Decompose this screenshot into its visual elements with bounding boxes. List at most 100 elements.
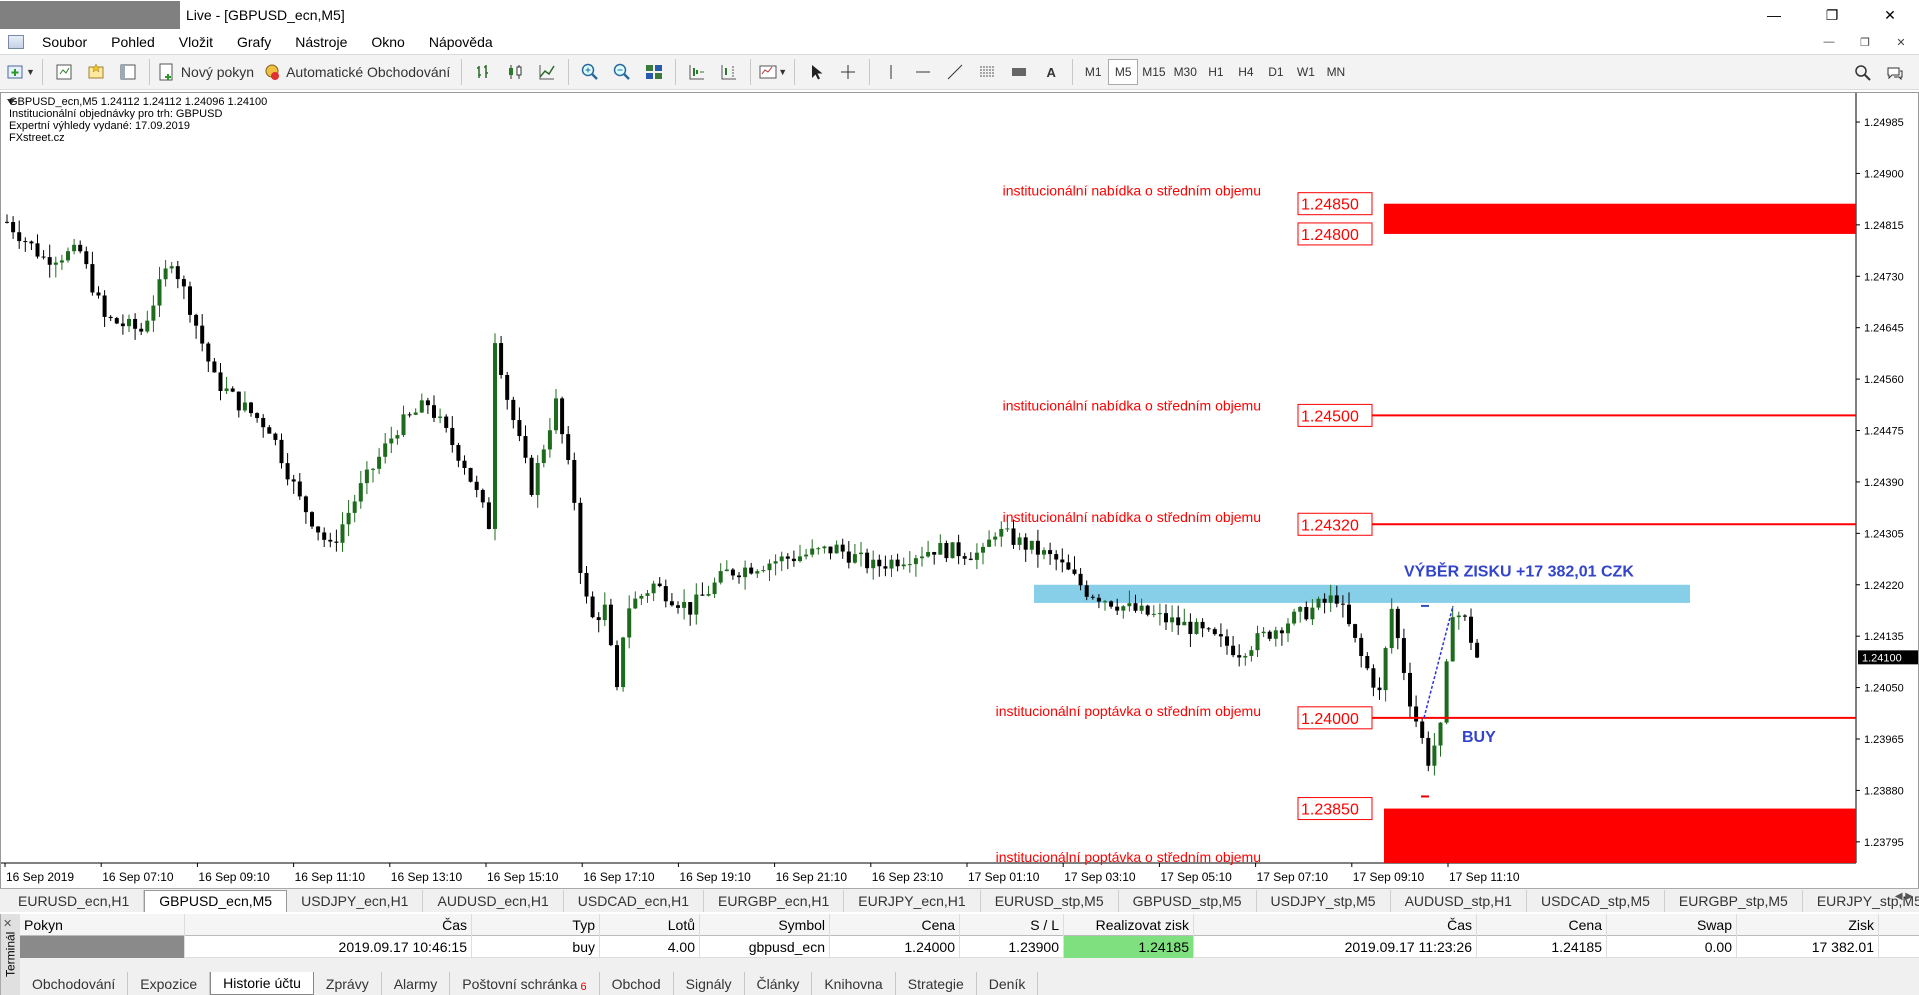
- close-button[interactable]: ✕: [1861, 0, 1919, 30]
- symbol-tab[interactable]: EURJPY_ecn,H1: [844, 889, 981, 912]
- text-tool-icon[interactable]: A: [1037, 58, 1065, 86]
- menu-nastroje[interactable]: Nástroje: [283, 34, 359, 50]
- col-cena[interactable]: Cena: [830, 913, 960, 936]
- col-cena-close[interactable]: Cena: [1477, 913, 1607, 936]
- tab-postovni-schranka[interactable]: Poštovní schránka 6: [450, 972, 600, 995]
- menu-okno[interactable]: Okno: [359, 34, 416, 50]
- tab-expozice[interactable]: Expozice: [128, 972, 211, 995]
- col-tp[interactable]: Realizovat zisk: [1064, 913, 1194, 936]
- col-zisk[interactable]: Zisk: [1737, 913, 1879, 936]
- tab-denik[interactable]: Deník: [977, 972, 1039, 995]
- zoom-in-icon[interactable]: [576, 58, 604, 86]
- candle-body: [310, 512, 314, 527]
- symbol-tab[interactable]: USDCAD_ecn,H1: [564, 889, 705, 912]
- tf-m15[interactable]: M15: [1138, 59, 1169, 85]
- symbol-tab[interactable]: USDJPY_stp,M5: [1257, 889, 1391, 912]
- mdi-minimize-button[interactable]: —: [1811, 30, 1847, 54]
- bar-chart-icon[interactable]: [469, 58, 497, 86]
- horizontal-line-icon[interactable]: [909, 58, 937, 86]
- candle-body: [987, 539, 992, 547]
- candle-body: [255, 413, 260, 419]
- col-sl[interactable]: S / L: [960, 913, 1064, 936]
- search-icon[interactable]: [1849, 59, 1877, 87]
- minimize-button[interactable]: —: [1745, 0, 1803, 30]
- mdi-restore-button[interactable]: ❐: [1847, 30, 1883, 54]
- tf-m1[interactable]: M1: [1078, 59, 1108, 85]
- crosshair-icon[interactable]: [834, 58, 862, 86]
- symbol-tab[interactable]: EURGBP_ecn,H1: [704, 889, 845, 912]
- zoom-out-icon[interactable]: [608, 58, 636, 86]
- chart-shift-icon[interactable]: [715, 58, 743, 86]
- col-lotu[interactable]: Lotů: [600, 913, 700, 936]
- mdi-close-button[interactable]: ✕: [1883, 30, 1919, 54]
- price-chart[interactable]: 1.24985 1.24900 1.24815 1.24730 1.24645 1.245…: [0, 92, 1919, 894]
- candle-body: [419, 400, 424, 413]
- symbol-tab[interactable]: USDJPY_ecn,H1: [287, 889, 424, 912]
- chat-icon[interactable]: [1881, 59, 1909, 87]
- maximize-button[interactable]: ❐: [1803, 0, 1861, 30]
- market-watch-icon[interactable]: [50, 58, 78, 86]
- tab-strategie[interactable]: Strategie: [896, 972, 977, 995]
- symbol-tab[interactable]: USDCAD_stp,M5: [1527, 889, 1665, 912]
- candle-body: [47, 257, 52, 265]
- symbol-tab[interactable]: AUDUSD_ecn,H1: [423, 889, 564, 912]
- vertical-line-icon[interactable]: [877, 58, 905, 86]
- tf-h4[interactable]: H4: [1231, 59, 1261, 85]
- tab-obchodovani[interactable]: Obchodování: [20, 972, 129, 995]
- menu-napoveda[interactable]: Nápověda: [417, 34, 505, 50]
- col-swap[interactable]: Swap: [1607, 913, 1737, 936]
- navigator-icon[interactable]: [82, 58, 110, 86]
- new-order-button[interactable]: Nový pokyn: [157, 58, 258, 86]
- symbol-tab[interactable]: EURUSD_stp,M5: [981, 889, 1119, 912]
- trendline-icon[interactable]: [941, 58, 969, 86]
- auto-scroll-icon[interactable]: [683, 58, 711, 86]
- chart-window-icon[interactable]: [8, 35, 24, 49]
- tf-h1[interactable]: H1: [1201, 59, 1231, 85]
- tab-clanky[interactable]: Články: [745, 972, 813, 995]
- tab-zpravy[interactable]: Zprávy: [314, 972, 382, 995]
- new-chart-button[interactable]: ▼: [6, 58, 35, 86]
- symbol-tab[interactable]: GBPUSD_stp,M5: [1119, 889, 1257, 912]
- tf-mn[interactable]: MN: [1321, 59, 1351, 85]
- line-chart-icon[interactable]: [533, 58, 561, 86]
- symbol-tab[interactable]: EURGBP_stp,M5: [1665, 889, 1803, 912]
- tf-m30[interactable]: M30: [1170, 59, 1201, 85]
- close-icon[interactable]: ✕: [3, 917, 12, 930]
- candle-body: [1316, 598, 1321, 608]
- menu-soubor[interactable]: Soubor: [30, 34, 99, 50]
- tf-d1[interactable]: D1: [1261, 59, 1291, 85]
- symbol-tab[interactable]: AUDUSD_stp,H1: [1391, 889, 1527, 912]
- tile-windows-icon[interactable]: [640, 58, 668, 86]
- rectangle-icon[interactable]: [1005, 58, 1033, 86]
- col-cas[interactable]: Čas: [185, 913, 472, 936]
- candlestick-icon[interactable]: [501, 58, 529, 86]
- symbol-tab-active[interactable]: GBPUSD_ecn,M5: [144, 889, 288, 912]
- menu-grafy[interactable]: Grafy: [225, 34, 283, 50]
- col-pokyn[interactable]: Pokyn: [20, 913, 185, 936]
- tab-signaly[interactable]: Signály: [674, 972, 745, 995]
- tab-obchod[interactable]: Obchod: [600, 972, 674, 995]
- candle-body: [1176, 617, 1181, 626]
- tab-knihovna[interactable]: Knihovna: [812, 972, 896, 995]
- tab-scroll-arrows[interactable]: ◀ ▶: [1895, 891, 1913, 902]
- menu-vlozit[interactable]: Vložit: [167, 34, 225, 50]
- candle-body: [462, 460, 467, 469]
- autotrading-button[interactable]: Automatické Obchodování: [262, 58, 454, 86]
- terminal-icon[interactable]: [114, 58, 142, 86]
- col-typ[interactable]: Typ: [472, 913, 600, 936]
- table-row[interactable]: 2019.09.17 10:46:15 buy 4.00 gbpusd_ecn …: [20, 935, 1919, 958]
- chart-canvas[interactable]: 1.24985 1.24900 1.24815 1.24730 1.24645 1.245…: [1, 93, 1919, 895]
- indicators-icon[interactable]: ▼: [758, 58, 787, 86]
- menu-pohled[interactable]: Pohled: [99, 34, 167, 50]
- cursor-icon[interactable]: [802, 58, 830, 86]
- channel-icon[interactable]: [973, 58, 1001, 86]
- candle-body: [798, 556, 802, 562]
- tf-w1[interactable]: W1: [1291, 59, 1321, 85]
- symbol-tab[interactable]: EURUSD_ecn,H1: [4, 889, 145, 912]
- tf-m5[interactable]: M5: [1108, 59, 1139, 85]
- history-table: Pokyn Čas Typ Lotů Symbol Cena S / L Rea…: [20, 913, 1919, 958]
- tab-historie-uctu[interactable]: Historie účtu: [210, 972, 314, 995]
- col-symbol[interactable]: Symbol: [700, 913, 830, 936]
- tab-alarmy[interactable]: Alarmy: [382, 972, 451, 995]
- col-cas-close[interactable]: Čas: [1194, 913, 1477, 936]
